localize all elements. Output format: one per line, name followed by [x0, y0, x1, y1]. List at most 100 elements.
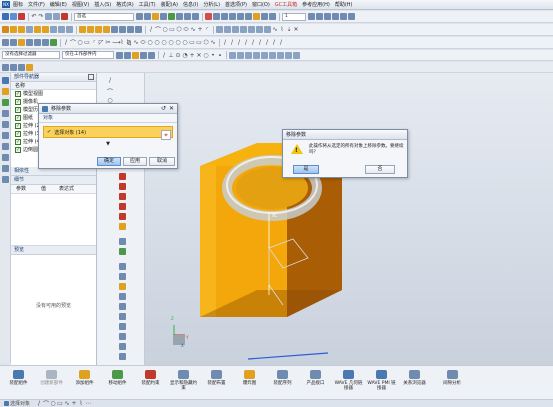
rect-3-icon[interactable]: ▭: [196, 39, 202, 46]
bottom-tool-13[interactable]: 间隙分析: [432, 366, 472, 386]
status-offset-icon[interactable]: ⌇: [78, 400, 84, 407]
chamfer-tool-icon[interactable]: ◸: [98, 39, 104, 46]
snap-intersection-icon[interactable]: ✕: [196, 52, 202, 59]
constraint-navigator-icon[interactable]: [2, 99, 9, 106]
suppress-feature-icon[interactable]: [18, 39, 25, 46]
checkbox[interactable]: ✓: [15, 139, 21, 145]
menu-format[interactable]: 格式(R): [116, 1, 133, 8]
spline-icon[interactable]: ∿: [190, 26, 196, 33]
navigator-maximize-icon[interactable]: [88, 74, 94, 80]
measure-distance-icon[interactable]: [10, 63, 17, 71]
select-face-icon[interactable]: [140, 51, 147, 59]
vtool-2-icon[interactable]: [119, 183, 126, 190]
cancel-button[interactable]: 取消: [149, 157, 175, 166]
view-icon[interactable]: [229, 13, 236, 20]
move-layer-icon[interactable]: [144, 13, 151, 20]
vtool-8-icon[interactable]: [119, 248, 126, 255]
snap-icon[interactable]: [205, 13, 212, 20]
split-body-icon[interactable]: [135, 26, 142, 33]
vtool-5-icon[interactable]: [119, 213, 126, 220]
checkbox[interactable]: ✓: [15, 99, 21, 105]
snap-extra-icon[interactable]: ∙: [217, 52, 223, 59]
bottom-tool-5[interactable]: 显示和隐藏约束: [168, 366, 199, 391]
bottom-tool-2[interactable]: 添加组件: [69, 366, 100, 386]
boss-icon[interactable]: [34, 26, 41, 33]
intersect-icon[interactable]: [66, 26, 73, 33]
vtool-15-icon[interactable]: [119, 323, 126, 330]
spline-2-icon[interactable]: ∿: [210, 39, 216, 46]
menu-reference-app[interactable]: 参考应用(H): [302, 1, 330, 8]
slash-2-icon[interactable]: /: [229, 39, 235, 46]
edge-blend-icon[interactable]: [79, 26, 86, 33]
subtract-icon[interactable]: [58, 26, 65, 33]
offset-curve-icon[interactable]: ⌇: [279, 26, 285, 33]
snap-existing-icon[interactable]: •: [210, 52, 216, 59]
page-combo[interactable]: 1: [282, 12, 306, 21]
slash-8-icon[interactable]: /: [271, 39, 277, 46]
snap-midpoint-icon[interactable]: ⊥: [168, 52, 174, 59]
polygon-2-icon[interactable]: ⬡: [203, 39, 209, 46]
layer-icon[interactable]: [136, 13, 143, 20]
slash-6-icon[interactable]: /: [257, 39, 263, 46]
measure-angle-icon[interactable]: [18, 63, 25, 71]
view-left-icon[interactable]: [285, 51, 292, 59]
select-all-icon[interactable]: [116, 51, 123, 59]
view-right-icon[interactable]: [245, 51, 252, 59]
vtool-1-icon[interactable]: [119, 173, 126, 180]
bottom-tool-3[interactable]: 移动组件: [102, 366, 133, 386]
layer-category-icon[interactable]: [324, 13, 331, 20]
trim-tool-icon[interactable]: ✂: [105, 39, 111, 46]
ellipse-tool-icon[interactable]: ⬭: [140, 39, 146, 47]
datum-plane-icon[interactable]: [216, 26, 223, 33]
wcs-icon[interactable]: [221, 13, 228, 20]
value-column-header[interactable]: 值: [41, 185, 59, 193]
tree-item[interactable]: ✓ 模型视图: [11, 90, 96, 98]
slash-1-icon[interactable]: /: [222, 39, 228, 46]
menu-edit[interactable]: 编辑(E): [50, 1, 67, 8]
vtool-7-icon[interactable]: [119, 238, 126, 245]
snap-point-icon[interactable]: +: [189, 52, 195, 59]
fit-icon[interactable]: [168, 13, 175, 20]
menu-file[interactable]: 文件(F): [28, 1, 45, 8]
extrude-icon[interactable]: [10, 26, 17, 33]
status-more-icon[interactable]: ⋯: [85, 400, 91, 407]
reuse-library-icon[interactable]: [2, 110, 9, 117]
status-line-icon[interactable]: /: [36, 400, 42, 407]
slash-9-icon[interactable]: /: [278, 39, 284, 46]
redo-icon[interactable]: ↷: [38, 13, 44, 20]
cut-icon[interactable]: [45, 13, 52, 20]
snap-quadrant-icon[interactable]: ◔: [182, 52, 188, 59]
roles-icon[interactable]: [2, 176, 9, 183]
param-column-header[interactable]: 参数: [11, 185, 41, 193]
checkbox[interactable]: ✓: [15, 147, 21, 153]
draft-icon[interactable]: [103, 26, 110, 33]
assembly-filter-combo[interactable]: 仅在工作部件内: [62, 51, 114, 59]
pocket-icon[interactable]: [42, 26, 49, 33]
slash-3-icon[interactable]: /: [236, 39, 242, 46]
measure-icon[interactable]: [261, 13, 268, 20]
bottom-tool-11[interactable]: WAVE PMI 链接器: [366, 366, 397, 391]
vtool-6-icon[interactable]: [119, 223, 126, 230]
vtool-16-icon[interactable]: [119, 333, 126, 340]
highlight-icon[interactable]: [26, 63, 33, 71]
datum-csys-icon[interactable]: [232, 26, 239, 33]
assembly-navigator-icon[interactable]: [2, 77, 9, 84]
view-reset-icon[interactable]: [293, 51, 300, 59]
preview-tab[interactable]: 预览: [11, 246, 96, 255]
circle-5-icon[interactable]: ○: [168, 39, 174, 46]
part-model[interactable]: [145, 73, 553, 365]
rect-tool-icon[interactable]: ▭: [84, 39, 90, 46]
hole-icon[interactable]: [26, 26, 33, 33]
layer-move-icon[interactable]: [332, 13, 339, 20]
slash-7-icon[interactable]: /: [264, 39, 270, 46]
view-tfr-icon[interactable]: [261, 51, 268, 59]
ellipse-icon[interactable]: ⬭: [183, 26, 189, 34]
view-iso-icon[interactable]: [253, 51, 260, 59]
vtool-3-icon[interactable]: [119, 193, 126, 200]
select-object-row[interactable]: ✔ 选择对象 (14) ⌖: [43, 126, 173, 140]
pan-icon[interactable]: [184, 13, 191, 20]
snap-center-icon[interactable]: ⊙: [175, 52, 181, 59]
status-point-icon[interactable]: +: [71, 400, 77, 407]
apply-button[interactable]: 应用: [123, 157, 147, 166]
rotate-icon[interactable]: [192, 13, 199, 20]
